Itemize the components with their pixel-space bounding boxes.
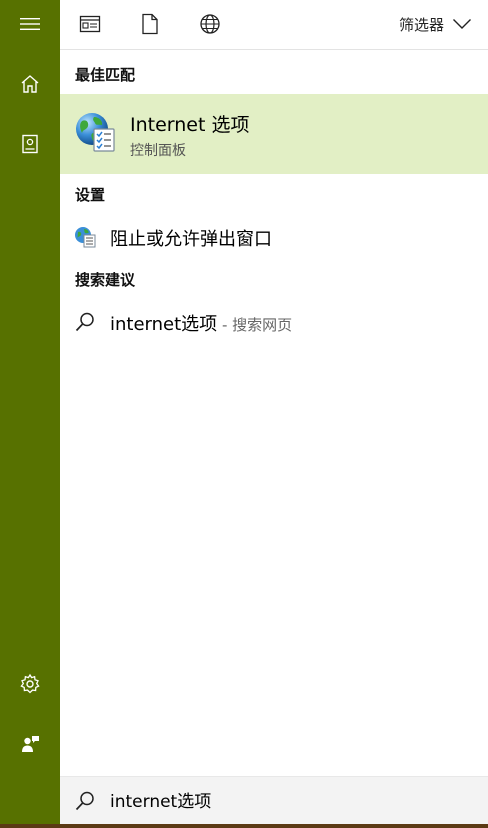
document-icon <box>142 13 158 35</box>
taskbar-edge <box>0 824 488 828</box>
search-icon <box>75 791 94 811</box>
web-suggestion-label: internet选项 <box>110 314 218 335</box>
web-scope-button[interactable] <box>194 9 226 39</box>
best-match-result[interactable]: Internet 选项 控制面板 <box>60 94 488 174</box>
globe-icon <box>200 14 220 34</box>
settings-button[interactable] <box>0 660 60 708</box>
best-match-subtitle: 控制面板 <box>130 143 186 159</box>
apps-window-icon <box>79 15 101 33</box>
web-suggestion-text: internet选项 - 搜索网页 <box>110 310 292 336</box>
best-match-title: Internet 选项 <box>130 114 250 136</box>
best-match-heading: 最佳匹配 <box>75 66 136 84</box>
scope-toolbar: 筛选器 <box>60 0 488 50</box>
menu-button[interactable] <box>0 0 60 48</box>
web-suggestion-suffix: - 搜索网页 <box>217 316 293 334</box>
search-icon <box>75 312 94 332</box>
web-suggestion-item[interactable]: internet选项 - 搜索网页 <box>60 302 488 342</box>
filter-label: 筛选器 <box>398 15 444 34</box>
settings-result-label: 阻止或允许弹出窗口 <box>110 229 272 250</box>
filter-dropdown[interactable]: 筛选器 <box>399 9 472 39</box>
notebook-button[interactable] <box>0 120 60 168</box>
feedback-button[interactable] <box>0 720 60 768</box>
hamburger-menu-icon <box>20 18 40 30</box>
search-results-panel: 筛选器 最佳匹配 Internet 选项 控制面板 设置 阻止或允许弹出窗口 搜… <box>60 0 488 828</box>
left-rail <box>0 0 60 828</box>
internet-options-globe-icon <box>76 113 115 152</box>
feedback-person-icon <box>22 736 39 752</box>
documents-scope-button[interactable] <box>134 9 166 39</box>
apps-scope-button[interactable] <box>74 9 106 39</box>
home-icon <box>21 75 39 93</box>
home-button[interactable] <box>0 60 60 108</box>
gear-icon <box>20 673 40 694</box>
internet-options-small-icon <box>75 227 96 248</box>
search-box[interactable] <box>60 776 488 824</box>
chevron-down-icon <box>453 19 471 29</box>
search-input[interactable] <box>110 789 470 809</box>
settings-heading: 设置 <box>75 186 106 204</box>
settings-result-item[interactable]: 阻止或允许弹出窗口 <box>60 217 488 257</box>
notebook-icon <box>22 134 38 154</box>
suggestions-heading: 搜索建议 <box>75 271 136 289</box>
